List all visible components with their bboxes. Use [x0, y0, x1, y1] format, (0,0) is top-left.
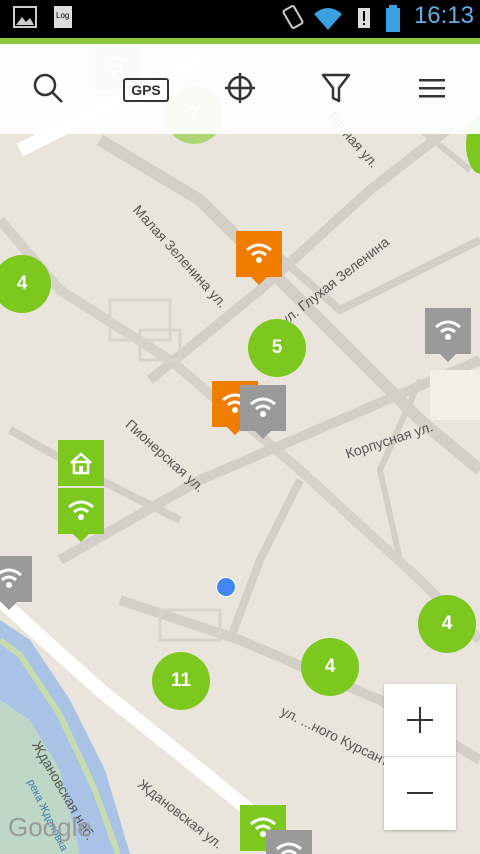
- search-button[interactable]: [24, 66, 72, 114]
- gps-button[interactable]: GPS: [120, 66, 172, 114]
- rotate-icon: [280, 4, 308, 37]
- filter-icon: [321, 72, 351, 109]
- wifi-pin-green[interactable]: [58, 488, 104, 542]
- minus-icon: [407, 792, 433, 794]
- search-icon: [31, 71, 65, 110]
- wifi-pin-gray[interactable]: [0, 556, 32, 610]
- crosshair-icon: [223, 71, 257, 110]
- svg-text:Log: Log: [56, 11, 69, 20]
- battery-icon: [384, 4, 402, 39]
- map-toolbar: GPS: [0, 44, 480, 134]
- google-attribution: Google: [8, 812, 92, 842]
- wifi-icon: [0, 556, 32, 602]
- locate-button[interactable]: [216, 66, 264, 114]
- cluster-marker[interactable]: 4: [418, 595, 476, 653]
- alert-icon: [356, 4, 372, 37]
- status-bar: Log 16:13: [0, 0, 480, 38]
- wifi-pin-gray[interactable]: [266, 830, 312, 854]
- menu-icon: [418, 76, 446, 105]
- status-time: 16:13: [413, 2, 474, 29]
- cluster-marker[interactable]: 11: [152, 652, 210, 710]
- plus-icon: [407, 707, 433, 733]
- zoom-in-button[interactable]: [384, 684, 456, 756]
- home-icon: [58, 440, 104, 486]
- log-icon: Log: [52, 4, 74, 35]
- cluster-marker[interactable]: 4: [301, 638, 359, 696]
- home-pin-green[interactable]: [58, 440, 104, 486]
- wifi-pin-orange[interactable]: [236, 231, 282, 285]
- my-location-dot: [216, 577, 236, 597]
- wifi-icon: [266, 830, 312, 854]
- wifi-icon: [312, 4, 344, 37]
- cluster-marker[interactable]: 5: [248, 319, 306, 377]
- wifi-icon: [236, 231, 282, 277]
- zoom-controls: [384, 684, 456, 830]
- wifi-pin-gray[interactable]: [240, 385, 286, 439]
- gallery-icon: [12, 4, 38, 35]
- zoom-out-button[interactable]: [384, 757, 456, 829]
- wifi-icon: [425, 308, 471, 354]
- menu-button[interactable]: [408, 66, 456, 114]
- gps-icon: GPS: [123, 78, 169, 102]
- filter-button[interactable]: [312, 66, 360, 114]
- wifi-icon: [240, 385, 286, 431]
- wifi-icon: [58, 488, 104, 534]
- wifi-pin-gray[interactable]: [425, 308, 471, 362]
